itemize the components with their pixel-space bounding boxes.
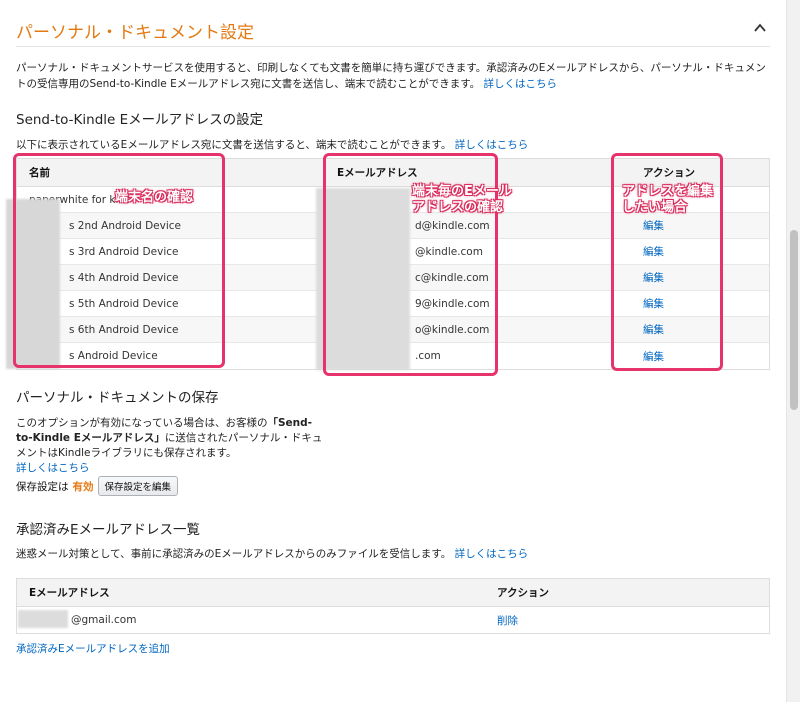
action-annotation-line1: アドレスを編集 [622, 184, 714, 199]
page-title: パーソナル・ドキュメント設定 [16, 23, 254, 43]
save-setting-label: 保存設定は [16, 480, 69, 493]
name-annotation: 端末名の確認 [115, 190, 194, 205]
page: パーソナル・ドキュメント設定 パーソナル・ドキュメントサービスを使用すると、印刷… [0, 0, 786, 702]
delete-link[interactable]: 削除 [497, 613, 518, 628]
intro-text: パーソナル・ドキュメントサービスを使用すると、印刷しなくても文書を簡単に持ち運び… [16, 60, 772, 92]
chevron-up-icon[interactable] [752, 20, 768, 36]
storage-learn-more-link[interactable]: 詳しくはこちら [16, 462, 90, 474]
add-approved-email-link[interactable]: 承認済みEメールアドレスを追加 [16, 641, 170, 656]
email-annotation-line1: 端末毎のEメール [412, 184, 512, 199]
action-annotation-line2: したい場合 [622, 200, 688, 215]
name-highlight-box [13, 153, 225, 368]
approved-desc-text: 迷惑メール対策として、事前に承認済みのEメールアドレスからのみファイルを受信しま… [16, 548, 452, 560]
redacted-approved-email [18, 610, 68, 628]
storage-text: このオプションが有効になっている場合は、お客様の「Send-to-Kindle … [16, 416, 326, 476]
send-to-kindle-learn-more-link[interactable]: 詳しくはこちら [455, 139, 529, 151]
approved-learn-more-link[interactable]: 詳しくはこちら [455, 548, 529, 560]
intro-body: パーソナル・ドキュメントサービスを使用すると、印刷しなくても文書を簡単に持ち運び… [16, 62, 766, 90]
send-to-kindle-desc: 以下に表示されているEメールアドレス宛に文書を送信すると、端末で読むことができま… [16, 137, 528, 152]
column-header-email: Eメールアドレス [29, 587, 110, 599]
save-status-badge: 有効 [72, 480, 94, 493]
table-header: Eメールアドレス アクション [17, 579, 769, 607]
edit-save-setting-button[interactable]: 保存設定を編集 [97, 476, 179, 496]
approved-email: @gmail.com [71, 614, 137, 626]
approved-email-table: Eメールアドレス アクション @gmail.com 削除 [16, 578, 770, 634]
send-to-kindle-desc-text: 以下に表示されているEメールアドレス宛に文書を送信すると、端末で読むことができま… [16, 139, 452, 151]
email-annotation-line2: アドレスの確認 [412, 200, 504, 215]
storage-text-before: このオプションが有効になっている場合は、お客様の [16, 417, 268, 429]
scrollbar[interactable] [786, 0, 800, 702]
send-to-kindle-heading: Send-to-Kindle Eメールアドレスの設定 [16, 112, 264, 128]
title-divider [16, 46, 770, 47]
column-header-action: アクション [497, 587, 549, 599]
scrollbar-thumb[interactable] [790, 230, 798, 410]
storage-heading: パーソナル・ドキュメントの保存 [16, 390, 219, 406]
table-row: @gmail.com 削除 [17, 607, 769, 633]
intro-learn-more-link[interactable]: 詳しくはこちら [484, 78, 558, 90]
approved-heading: 承認済みEメールアドレス一覧 [16, 522, 201, 538]
save-setting-line: 保存設定は 有効 保存設定を編集 [16, 476, 179, 496]
approved-desc: 迷惑メール対策として、事前に承認済みのEメールアドレスからのみファイルを受信しま… [16, 546, 528, 561]
